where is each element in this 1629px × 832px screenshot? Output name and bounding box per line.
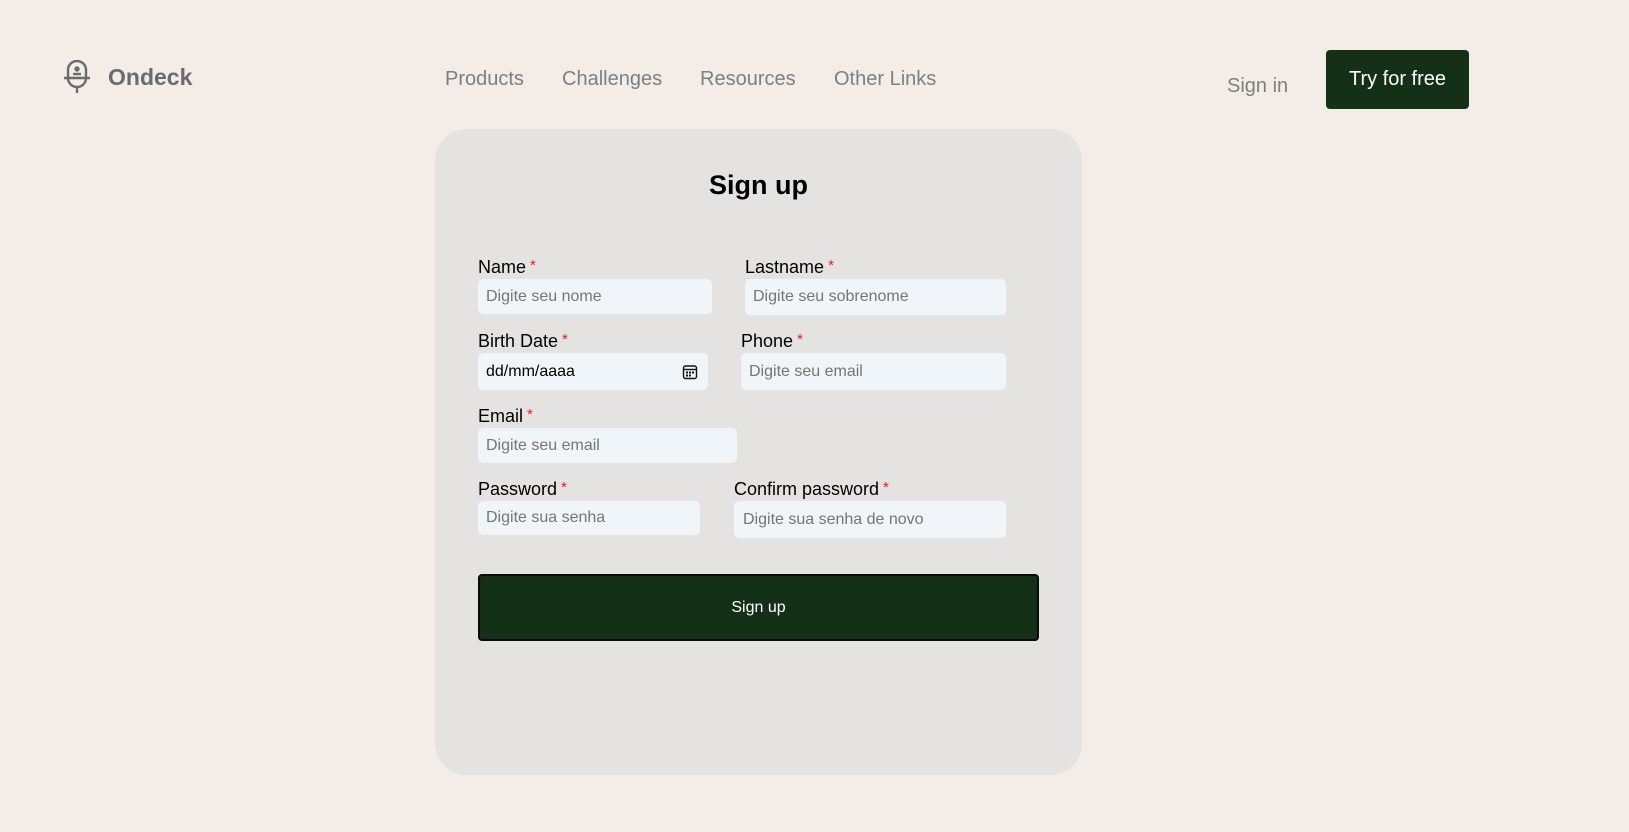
try-for-free-button[interactable]: Try for free	[1326, 50, 1469, 109]
required-mark: *	[530, 257, 536, 274]
lastname-label: Lastname *	[745, 257, 834, 278]
password-input[interactable]	[478, 501, 700, 535]
lastname-label-text: Lastname	[745, 257, 825, 277]
confirm-password-input[interactable]	[734, 501, 1006, 538]
name-label: Name *	[478, 257, 536, 278]
birth-date-label-text: Birth Date	[478, 331, 559, 351]
email-label-text: Email	[478, 406, 524, 426]
sign-up-button[interactable]: Sign up	[478, 574, 1039, 641]
required-mark: *	[561, 479, 567, 496]
phone-label-text: Phone	[741, 331, 794, 351]
name-label-text: Name	[478, 257, 527, 277]
password-label: Password *	[478, 479, 567, 500]
required-mark: *	[562, 331, 568, 348]
nav-challenges[interactable]: Challenges	[562, 68, 662, 91]
page-title: Sign up	[709, 170, 808, 200]
required-mark: *	[797, 331, 803, 348]
email-input[interactable]	[478, 428, 737, 463]
required-mark: *	[883, 479, 889, 496]
confirm-password-label-text: Confirm password	[734, 479, 880, 499]
phone-label: Phone *	[741, 331, 803, 352]
birth-date-value: dd/mm/aaaa	[486, 362, 575, 380]
brand-logo[interactable]: Ondeck	[62, 60, 192, 94]
brand-name: Ondeck	[108, 63, 193, 90]
sign-in-link[interactable]: Sign in	[1227, 75, 1288, 98]
birth-date-input[interactable]: dd/mm/aaaa	[478, 353, 708, 390]
confirm-password-label: Confirm password *	[734, 479, 889, 500]
name-input[interactable]	[478, 279, 712, 314]
birth-date-label: Birth Date *	[478, 331, 568, 352]
phone-input[interactable]	[741, 353, 1006, 390]
nav-resources[interactable]: Resources	[700, 68, 796, 91]
nav-other-links[interactable]: Other Links	[834, 68, 936, 91]
password-label-text: Password	[478, 479, 558, 499]
calendar-icon[interactable]	[682, 364, 698, 380]
required-mark: *	[828, 257, 834, 274]
lastname-input[interactable]	[745, 279, 1006, 315]
required-mark: *	[527, 406, 533, 423]
logo-mic-icon	[64, 60, 90, 93]
email-label: Email *	[478, 406, 533, 427]
nav-products[interactable]: Products	[445, 68, 524, 91]
